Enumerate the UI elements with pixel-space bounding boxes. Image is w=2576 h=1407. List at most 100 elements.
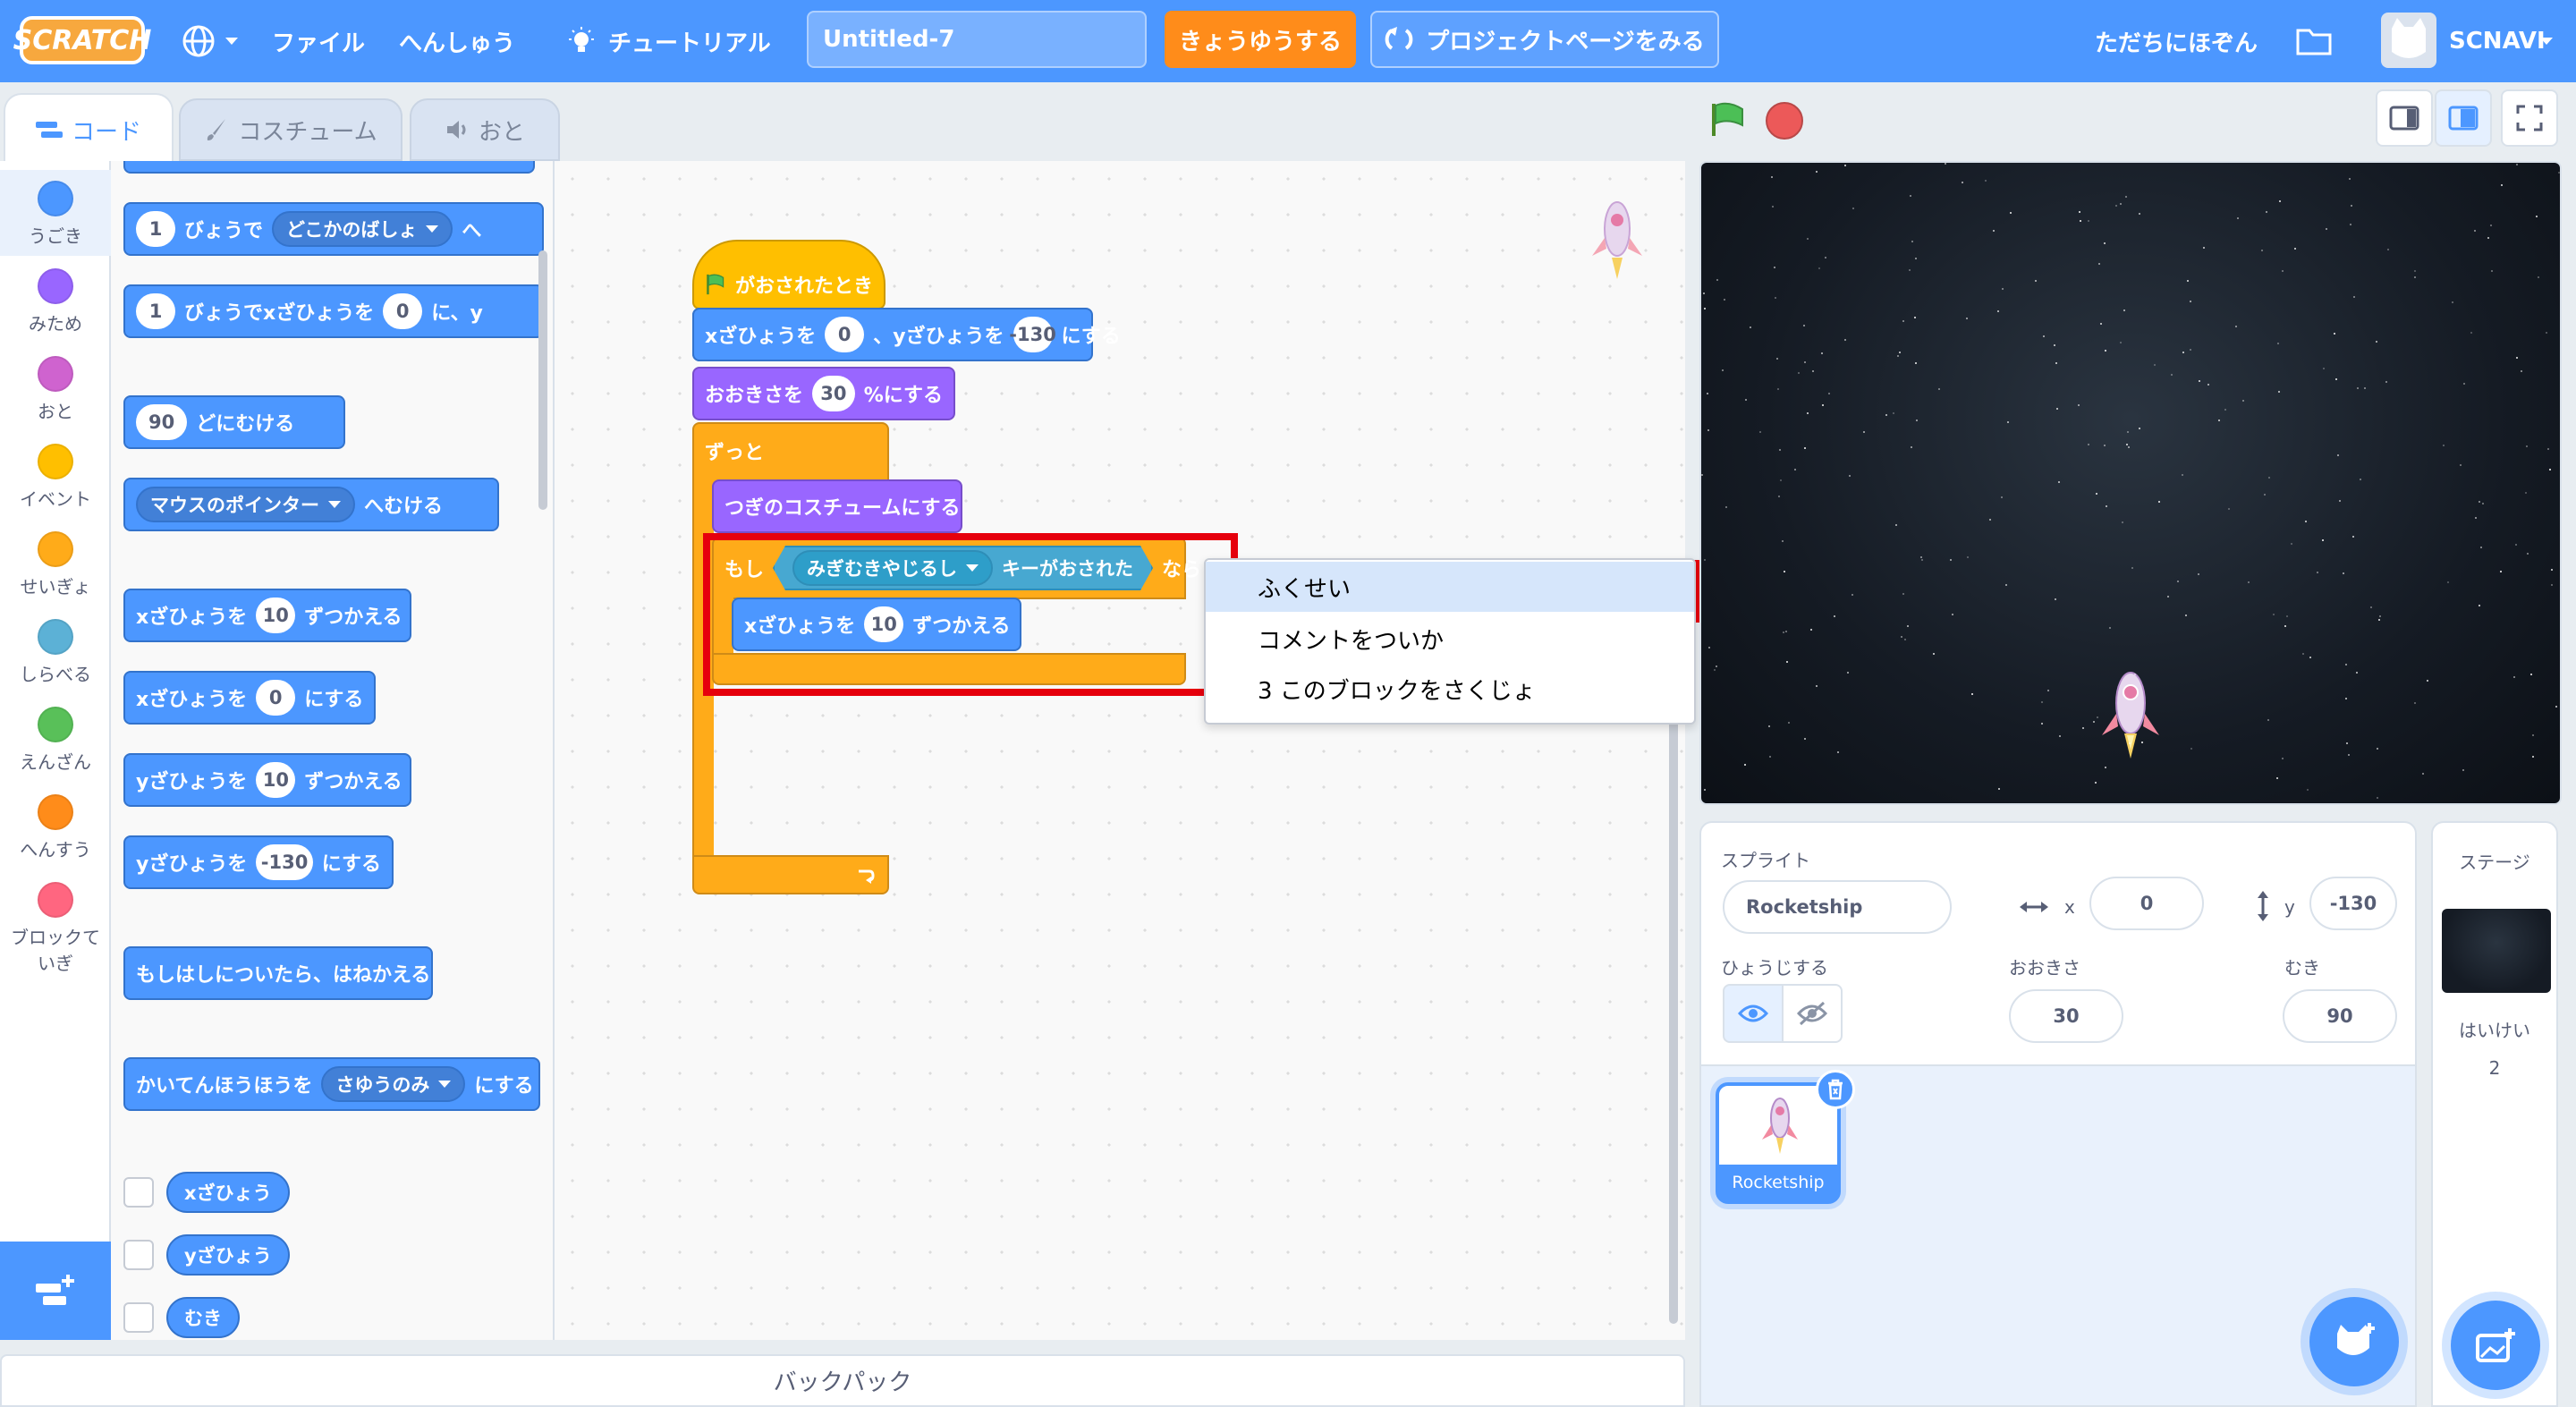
palette-block-point-towards[interactable]: マウスのポインター へむける (123, 478, 499, 531)
palette-block-glide-to[interactable]: 1 びょうで どこかのばしょ へ (123, 202, 544, 256)
x-position-input[interactable]: 0 (2089, 877, 2204, 930)
star (1707, 429, 1709, 431)
save-now-button[interactable]: ただちにほぞん (2095, 0, 2258, 82)
palette-block-set-x[interactable]: xざひょうを 0 にする (123, 671, 376, 725)
reporter-direction[interactable]: むき (166, 1297, 240, 1338)
palette-block-bounce[interactable]: もしはしについたら、はねかえる (123, 946, 433, 1000)
project-title-input[interactable]: Untitled-7 (807, 11, 1147, 68)
direction-input[interactable]: 90 (2283, 989, 2397, 1043)
checkbox-y-position[interactable] (123, 1240, 154, 1270)
menu-item-delete-blocks[interactable]: 3 このブロックをさくじょ (1206, 664, 1694, 714)
dropdown-target[interactable]: マウスのポインター (136, 487, 355, 522)
tab-sounds[interactable]: おと (410, 98, 560, 161)
input-secs[interactable]: 1 (136, 293, 175, 329)
category-variables[interactable]: へんすう (0, 784, 111, 869)
share-button[interactable]: きょうゆうする (1165, 11, 1356, 68)
checkbox-x-position[interactable] (123, 1177, 154, 1208)
edit-menu[interactable]: へんしゅう (399, 0, 515, 82)
sprite-name-input[interactable]: Rocketship (1723, 880, 1952, 934)
category-my-blocks[interactable]: ブロックて いぎ (0, 871, 111, 979)
palette-block-set-y[interactable]: yざひょうを -130 にする (123, 835, 394, 889)
dropdown-target[interactable]: どこかのばしょ (272, 211, 453, 247)
account-menu[interactable] (2540, 0, 2553, 82)
block-when-flag-clicked[interactable]: がおされたとき (692, 240, 886, 309)
palette-block-rotation-style[interactable]: かいてんほうほうを さゆうのみ にする (123, 1057, 540, 1111)
file-menu[interactable]: ファイル (272, 0, 365, 82)
show-sprite-button[interactable] (1723, 984, 1784, 1043)
see-project-page-button[interactable]: プロジェクトページをみる (1370, 11, 1719, 68)
star (2339, 500, 2341, 502)
category-motion[interactable]: うごき (0, 170, 111, 256)
palette-scrollbar[interactable] (538, 250, 547, 510)
star (2414, 702, 2416, 704)
palette-block-point-direction[interactable]: 90 どにむける (123, 395, 345, 449)
stage-canvas[interactable] (1699, 161, 2562, 805)
fullscreen-button[interactable] (2501, 89, 2558, 147)
star (2353, 296, 2355, 298)
add-extension-button[interactable] (0, 1242, 111, 1340)
block-goto-xy[interactable]: xざひょうを 0 、yざひょうを -130 にする (692, 308, 1121, 361)
dropdown-rotation[interactable]: さゆうのみ (321, 1066, 466, 1102)
block-forever[interactable]: ずっと (692, 422, 889, 485)
checkbox-direction[interactable] (123, 1302, 154, 1333)
category-sound[interactable]: おと (0, 345, 111, 431)
category-operators[interactable]: えんざん (0, 696, 111, 782)
stop-button[interactable] (1766, 102, 1803, 140)
input-direction[interactable]: 90 (136, 404, 188, 440)
input-value[interactable]: -130 (256, 844, 313, 880)
block-next-costume[interactable]: つぎのコスチュームにする (712, 479, 962, 533)
my-stuff-button[interactable] (2295, 0, 2333, 82)
category-control[interactable]: せいぎょ (0, 521, 111, 606)
tab-costumes[interactable]: コスチューム (179, 98, 402, 161)
avatar[interactable] (2381, 13, 2436, 68)
rocketship-sprite[interactable] (2095, 664, 2166, 762)
input-value[interactable]: 10 (256, 762, 296, 798)
tab-code[interactable]: コード (4, 93, 174, 165)
star (1920, 556, 1922, 558)
category-events[interactable]: イベント (0, 433, 111, 519)
star (2422, 773, 2424, 775)
reporter-x-position[interactable]: xざひょう (166, 1172, 290, 1213)
palette-block-glide-xy[interactable]: 1 びょうでxざひょうを 0 に、y (123, 284, 544, 338)
category-dot (38, 531, 73, 567)
language-menu[interactable] (181, 0, 238, 82)
input-y[interactable]: -130 (1009, 317, 1056, 352)
size-input[interactable]: 30 (2009, 989, 2123, 1043)
choose-backdrop-button[interactable] (2451, 1301, 2540, 1390)
palette-block-change-x[interactable]: xざひょうを 10 ずつかえる (123, 589, 411, 642)
green-flag-button[interactable] (1708, 100, 1748, 143)
tutorial-button[interactable]: チュートリアル (565, 0, 771, 82)
input-x[interactable]: 0 (383, 293, 423, 329)
username[interactable]: SCNAVI (2449, 0, 2546, 82)
menu-item-duplicate[interactable]: ふくせい (1206, 562, 1694, 612)
small-stage-button[interactable] (2376, 89, 2433, 147)
category-sensing[interactable]: しらべる (0, 608, 111, 694)
script-workspace[interactable]: がおされたとき xざひょうを 0 、yざひょうを -130 にする おおきさを … (555, 161, 2199, 1340)
input-value[interactable]: 0 (256, 680, 296, 716)
hide-sprite-button[interactable] (1782, 984, 1843, 1043)
category-looks[interactable]: みため (0, 258, 111, 343)
star (2171, 374, 2173, 376)
input-size[interactable]: 30 (812, 376, 855, 411)
choose-sprite-button[interactable] (2309, 1297, 2399, 1386)
input-value[interactable]: 10 (256, 598, 296, 633)
stage-selector[interactable]: ステージ はいけい 2 (2431, 821, 2558, 1407)
normal-stage-button[interactable] (2435, 89, 2492, 147)
input-secs[interactable]: 1 (136, 211, 175, 247)
star (1707, 393, 1708, 394)
star (2414, 270, 2416, 272)
backpack[interactable]: バックパック (0, 1354, 1685, 1407)
palette-block-partial[interactable] (123, 161, 535, 174)
input-x[interactable]: 0 (825, 317, 865, 352)
scratch-logo[interactable]: SCRATCH (13, 16, 151, 64)
block-set-size[interactable]: おおきさを 30 %にする (692, 367, 955, 420)
delete-sprite-button[interactable] (1816, 1070, 1855, 1109)
star (2187, 280, 2189, 282)
reporter-y-position[interactable]: yざひょう (166, 1234, 290, 1276)
palette-block-change-y[interactable]: yざひょうを 10 ずつかえる (123, 753, 411, 807)
star (1780, 479, 1782, 481)
y-position-input[interactable]: -130 (2309, 877, 2397, 930)
star (1771, 176, 1773, 178)
backdrop-thumbnail[interactable] (2442, 909, 2551, 993)
menu-item-add-comment[interactable]: コメントをついか (1206, 614, 1694, 664)
